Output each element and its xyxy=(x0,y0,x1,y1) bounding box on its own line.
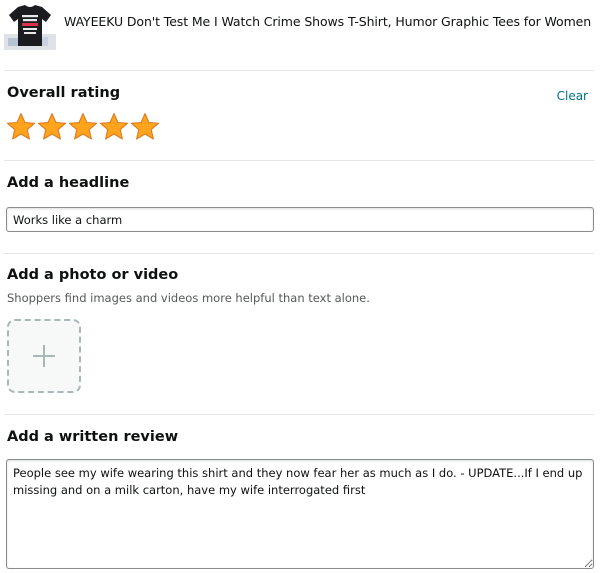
photo-video-subtitle: Shoppers find images and videos more hel… xyxy=(7,291,370,305)
written-review-title: Add a written review xyxy=(7,429,179,445)
headline-title: Add a headline xyxy=(7,175,130,191)
clear-rating-link[interactable]: Clear xyxy=(557,89,588,103)
star-icon[interactable] xyxy=(130,112,160,142)
product-thumbnail[interactable] xyxy=(4,4,56,50)
product-header: WAYEEKU Don't Test Me I Watch Crime Show… xyxy=(0,0,600,60)
add-media-button[interactable] xyxy=(7,319,81,393)
review-textarea[interactable]: People see my wife wearing this shirt an… xyxy=(6,459,594,569)
star-rating[interactable] xyxy=(6,112,160,142)
plus-icon xyxy=(33,345,55,367)
divider xyxy=(4,70,594,71)
photo-video-title: Add a photo or video xyxy=(7,267,179,283)
divider xyxy=(4,160,594,161)
divider xyxy=(4,414,594,415)
star-icon[interactable] xyxy=(68,112,98,142)
product-title: WAYEEKU Don't Test Me I Watch Crime Show… xyxy=(64,14,592,29)
divider xyxy=(4,253,594,254)
star-icon[interactable] xyxy=(37,112,67,142)
star-icon[interactable] xyxy=(99,112,129,142)
overall-rating-title: Overall rating xyxy=(7,85,121,101)
star-icon[interactable] xyxy=(6,112,36,142)
headline-input[interactable] xyxy=(6,207,594,232)
